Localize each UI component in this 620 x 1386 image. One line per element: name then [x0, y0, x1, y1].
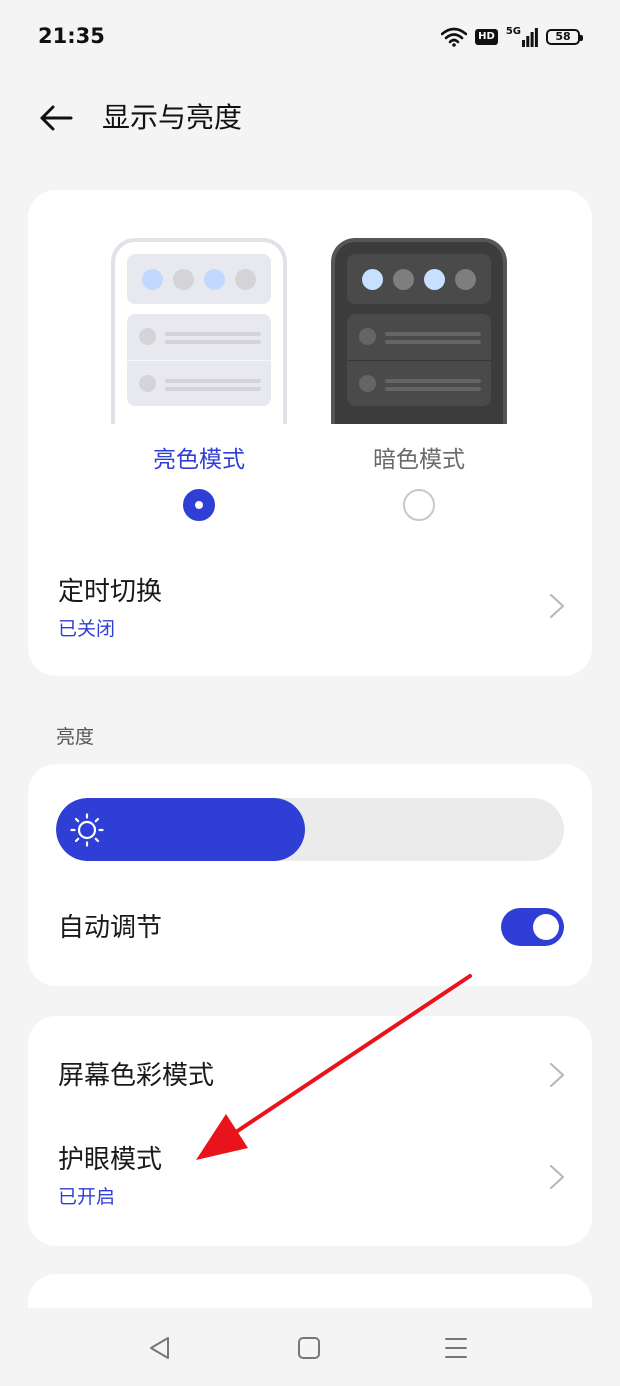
- battery-icon: 58: [546, 29, 583, 45]
- status-bar: 21:35 HD 5G 58: [0, 0, 620, 76]
- system-navigation-bar: [0, 1308, 620, 1386]
- auto-brightness-toggle[interactable]: [501, 908, 564, 946]
- preview-list: [127, 314, 271, 406]
- signal-icon: [522, 28, 538, 47]
- dark-mode-preview[interactable]: [331, 238, 507, 424]
- back-button[interactable]: [34, 98, 78, 138]
- theme-card: 亮色模式 暗色模式 定时切换 已关闭: [28, 190, 592, 676]
- schedule-switch-title: 定时切换: [58, 577, 163, 607]
- preview-list: [347, 314, 491, 406]
- light-mode-radio[interactable]: [183, 489, 215, 521]
- eye-care-mode-title: 护眼模式: [58, 1145, 163, 1175]
- page-title: 显示与亮度: [102, 101, 243, 134]
- schedule-switch-status: 已关闭: [58, 618, 116, 640]
- light-mode-preview[interactable]: [111, 238, 287, 424]
- battery-level: 58: [555, 30, 571, 43]
- wifi-icon: [441, 27, 468, 47]
- hd-badge: HD: [475, 29, 498, 45]
- page-header: 显示与亮度: [0, 76, 620, 160]
- status-icons: HD 5G 58: [441, 24, 583, 50]
- light-mode-label[interactable]: 亮色模式: [111, 444, 287, 476]
- dark-mode-radio[interactable]: [403, 489, 435, 521]
- chevron-right-icon: [549, 1164, 565, 1190]
- status-time: 21:35: [38, 24, 105, 48]
- dark-mode-label[interactable]: 暗色模式: [331, 444, 507, 476]
- chevron-right-icon: [549, 593, 565, 619]
- auto-brightness-label: 自动调节: [58, 913, 163, 943]
- square-home-icon[interactable]: [289, 1328, 329, 1368]
- arrow-left-icon: [40, 105, 73, 131]
- screen-color-mode-title: 屏幕色彩模式: [58, 1061, 215, 1091]
- eye-care-mode-status: 已开启: [58, 1186, 116, 1208]
- brightness-card: 自动调节: [28, 764, 592, 986]
- chevron-right-icon: [549, 1062, 565, 1088]
- network-type-label: 5G: [505, 26, 521, 37]
- brightness-slider[interactable]: [56, 798, 564, 861]
- sun-icon: [70, 813, 104, 847]
- eye-care-mode-row[interactable]: 护眼模式 已开启: [28, 1122, 592, 1230]
- signal-indicator: 5G: [506, 27, 538, 47]
- toggle-knob: [533, 914, 559, 940]
- preview-top-bar: [347, 254, 491, 304]
- brightness-section-label: 亮度: [56, 726, 95, 748]
- display-card: 屏幕色彩模式 护眼模式 已开启: [28, 1016, 592, 1246]
- triangle-back-icon[interactable]: [140, 1328, 180, 1368]
- preview-top-bar: [127, 254, 271, 304]
- schedule-switch-row[interactable]: 定时切换 已关闭: [28, 560, 592, 660]
- menu-lines-icon[interactable]: [436, 1328, 476, 1368]
- screen-color-mode-row[interactable]: 屏幕色彩模式: [28, 1036, 592, 1116]
